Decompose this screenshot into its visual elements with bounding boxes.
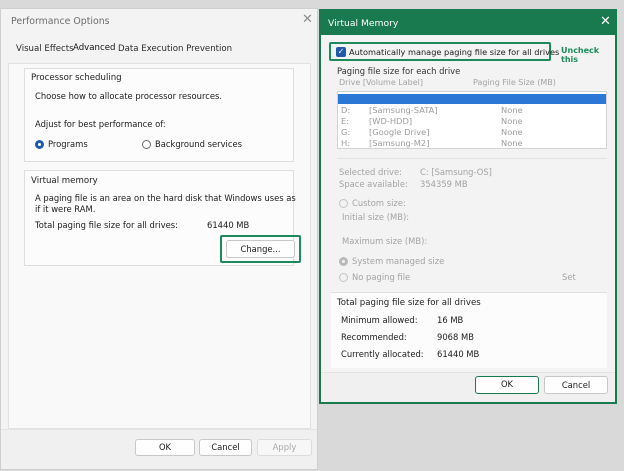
tab-advanced[interactable]: Advanced <box>73 43 115 53</box>
list-item[interactable]: C: [Samsung-OS] Managed <box>338 94 606 104</box>
change-button[interactable]: Change... <box>226 240 295 258</box>
set-button[interactable]: Set <box>562 272 576 282</box>
space-available-label: Space available: <box>339 179 408 189</box>
tab-visual-effects[interactable]: Visual Effects <box>16 44 74 54</box>
background-services-radio[interactable] <box>142 140 151 149</box>
adjust-performance-label: Adjust for best performance of: <box>35 119 166 129</box>
system-managed-label[interactable]: System managed size <box>352 256 444 266</box>
total-paging-label: Total paging file size for all drives: <box>35 220 178 230</box>
drive-size: None <box>501 127 523 137</box>
drive-letter: E: <box>341 116 350 126</box>
drive-letter: H: <box>341 138 351 148</box>
list-item[interactable]: D: [Samsung-SATA] None <box>338 105 606 115</box>
ok-button[interactable]: OK <box>475 376 539 394</box>
maximum-size-label: Maximum size (MB): <box>342 236 428 246</box>
selected-drive-label: Selected drive: <box>339 167 402 177</box>
virtual-memory-group: Virtual memory A paging file is an area … <box>24 170 301 266</box>
programs-label[interactable]: Programs <box>48 139 88 149</box>
total-paging-value: 61440 MB <box>207 220 250 230</box>
performance-options-window: Performance Options ✕ Visual Effects Adv… <box>0 8 318 470</box>
drive-size: Managed <box>516 94 555 104</box>
drive-label: [WD-HDD] <box>369 116 413 126</box>
cancel-button[interactable]: Cancel <box>199 439 252 456</box>
drive-size: None <box>501 105 523 115</box>
processor-scheduling-description: Choose how to allocate processor resourc… <box>35 91 223 101</box>
cancel-button[interactable]: Cancel <box>544 376 608 394</box>
processor-scheduling-group: Processor scheduling Choose how to alloc… <box>24 68 294 162</box>
drive-label: [Google Drive] <box>369 127 430 137</box>
apply-button[interactable]: Apply <box>257 439 312 456</box>
totals-heading: Total paging file size for all drives <box>337 298 481 308</box>
dialog-title: Virtual Memory <box>328 18 399 29</box>
close-icon[interactable]: ✕ <box>600 14 611 29</box>
minimum-allowed-label: Minimum allowed: <box>341 315 418 325</box>
drive-listbox[interactable]: C: [Samsung-OS] Managed D: [Samsung-SATA… <box>337 91 607 149</box>
system-managed-radio[interactable] <box>339 257 348 266</box>
totals-group: Total paging file size for all drives Mi… <box>331 292 607 368</box>
drive-letter: D: <box>341 105 351 115</box>
drive-letter: G: <box>341 127 351 137</box>
drive-label: [Samsung-M2] <box>369 138 430 148</box>
custom-size-label[interactable]: Custom size: <box>352 198 406 208</box>
minimum-allowed-value: 16 MB <box>437 315 464 325</box>
auto-manage-label[interactable]: Automatically manage paging file size fo… <box>349 47 559 57</box>
drive-label: [Samsung-OS] <box>369 94 430 104</box>
virtual-memory-dialog: Virtual Memory ✕ ✓ Automatically manage … <box>319 9 617 404</box>
list-item[interactable]: H: [Samsung-M2] None <box>338 138 606 148</box>
drive-letter: C: <box>341 94 350 104</box>
drive-size: None <box>501 116 523 126</box>
space-available-value: 354359 MB <box>420 179 468 189</box>
drive-label: [Samsung-SATA] <box>369 105 438 115</box>
recommended-value: 9068 MB <box>437 332 474 342</box>
tab-panel-advanced: Processor scheduling Choose how to alloc… <box>8 63 311 429</box>
selected-drive-value: C: [Samsung-OS] <box>420 167 492 177</box>
no-paging-file-label[interactable]: No paging file <box>352 272 410 282</box>
recommended-label: Recommended: <box>341 332 407 342</box>
drive-size: None <box>501 138 523 148</box>
divider <box>337 158 607 159</box>
drive-column-header: Drive [Volume Label] <box>339 78 423 87</box>
virtual-memory-description: A paging file is an area on the hard dis… <box>35 193 296 214</box>
initial-size-label: Initial size (MB): <box>342 212 410 222</box>
virtual-memory-heading: Virtual memory <box>31 176 98 186</box>
tab-data-execution-prevention[interactable]: Data Execution Prevention <box>118 44 232 54</box>
window-title: Performance Options <box>11 16 110 27</box>
currently-allocated-value: 61440 MB <box>437 349 480 359</box>
paging-section-label: Paging file size for each drive <box>337 66 461 76</box>
processor-scheduling-heading: Processor scheduling <box>31 73 122 83</box>
programs-radio[interactable] <box>35 140 44 149</box>
ok-button[interactable]: OK <box>135 439 195 456</box>
auto-manage-checkbox[interactable]: ✓ <box>336 47 346 57</box>
list-item[interactable]: E: [WD-HDD] None <box>338 116 606 126</box>
annotation-uncheck: Uncheck this <box>561 46 600 64</box>
background-services-label[interactable]: Background services <box>155 139 242 149</box>
list-item[interactable]: G: [Google Drive] None <box>338 127 606 137</box>
close-icon[interactable]: ✕ <box>302 12 313 27</box>
no-paging-file-radio[interactable] <box>339 273 348 282</box>
currently-allocated-label: Currently allocated: <box>341 349 424 359</box>
size-column-header: Paging File Size (MB) <box>473 78 556 87</box>
custom-size-radio[interactable] <box>339 199 348 208</box>
